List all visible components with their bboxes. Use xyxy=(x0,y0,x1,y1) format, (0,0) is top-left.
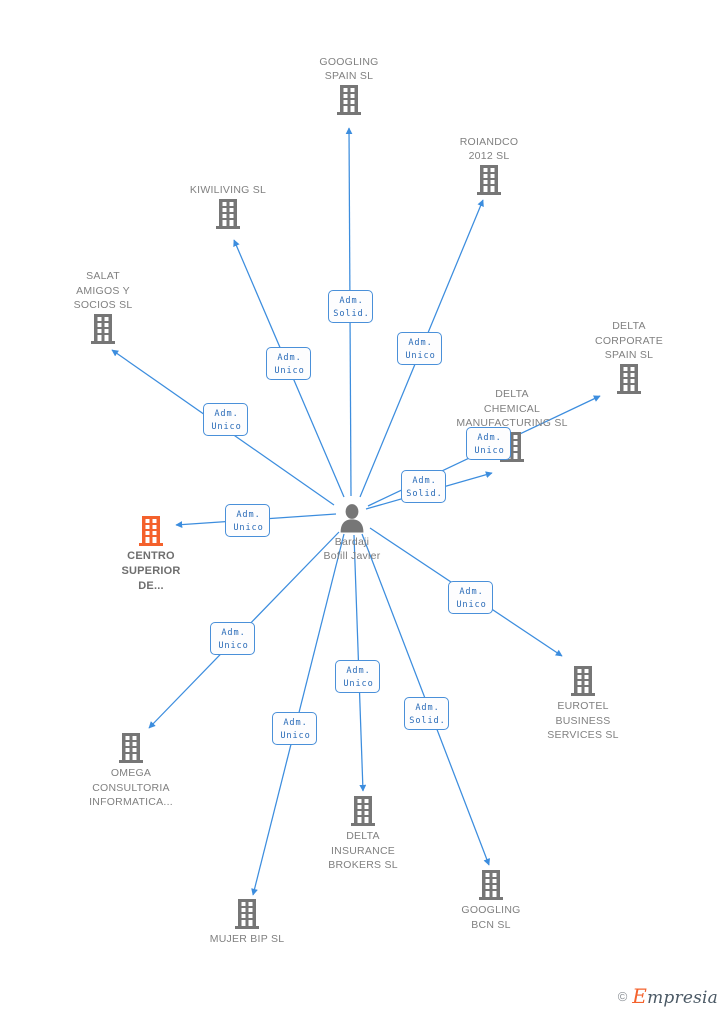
company-node-label: DELTA CORPORATE SPAIN SL xyxy=(595,320,663,362)
edge-label-delta-insurance[interactable]: Adm. Unico xyxy=(335,660,380,693)
building-icon xyxy=(28,313,178,345)
edge-label-line1: Adm. xyxy=(408,338,433,348)
company-node-delta-corporate[interactable]: DELTA CORPORATE SPAIN SL xyxy=(554,317,704,395)
edge-label-centro-superior[interactable]: Adm. Unico xyxy=(225,504,270,537)
edge-label-line2: Unico xyxy=(456,600,487,610)
company-node-delta-chemical[interactable]: DELTA CHEMICAL MANUFACTURING SL xyxy=(437,385,587,463)
building-icon xyxy=(56,732,206,764)
company-node-kiwiliving[interactable]: KIWILIVING SL xyxy=(153,181,303,230)
building-icon xyxy=(274,84,424,116)
edge-label-line2: Unico xyxy=(211,422,242,432)
edge-label-line2: Unico xyxy=(405,351,436,361)
edge-label-line2: Solid. xyxy=(333,309,370,319)
building-icon xyxy=(414,164,564,196)
company-node-label: GOOGLING BCN SL xyxy=(461,904,521,931)
relationship-graph-canvas: GOOGLING SPAIN SL ROIANDCO 2012 SL KIWILIV… xyxy=(0,0,728,1015)
company-node-label: OMEGA CONSULTORIA INFORMATICA... xyxy=(89,767,173,809)
company-node-label: SALAT AMIGOS Y SOCIOS SL xyxy=(73,270,133,312)
company-node-label: ROIANDCO 2012 SL xyxy=(459,135,519,163)
edge-label-line1: Adm. xyxy=(459,587,484,597)
edge-label-kiwiliving[interactable]: Adm. Unico xyxy=(266,347,311,380)
edge-label-line1: Adm. xyxy=(221,628,246,638)
edge-label-roiandco-2012[interactable]: Adm. Unico xyxy=(397,332,442,365)
company-node-label: EUROTEL BUSINESS SERVICES SL xyxy=(547,700,619,742)
company-node-eurotel-business[interactable]: EUROTEL BUSINESS SERVICES SL xyxy=(508,665,658,743)
company-node-centro-superior[interactable]: CENTRO SUPERIOR DE... xyxy=(76,515,226,595)
edge-label-line1: Adm. xyxy=(346,666,371,676)
brand-rest: mpresia xyxy=(647,988,718,1008)
empresia-watermark: © Empresia xyxy=(618,986,718,1007)
edge-label-delta-chemical[interactable]: Adm. Solid. xyxy=(401,470,446,503)
company-node-label: CENTRO SUPERIOR DE... xyxy=(121,550,181,593)
company-node-label: KIWILIVING SL xyxy=(189,184,267,197)
edge-label-googling-bcn[interactable]: Adm. Solid. xyxy=(404,697,449,730)
copyright-icon: © xyxy=(617,989,628,1004)
building-icon xyxy=(437,431,587,463)
edge-label-googling-spain[interactable]: Adm. Solid. xyxy=(328,290,373,323)
building-icon xyxy=(288,795,438,827)
company-node-omega-consultoria[interactable]: OMEGA CONSULTORIA INFORMATICA... xyxy=(56,732,206,810)
edge-label-salat-amigos[interactable]: Adm. Unico xyxy=(203,403,248,436)
edge-label-delta-corporate[interactable]: Adm. Unico xyxy=(466,427,511,460)
brand-name: Empresia xyxy=(632,986,718,1007)
company-node-roiandco-2012[interactable]: ROIANDCO 2012 SL xyxy=(414,133,564,196)
edge-label-eurotel-business[interactable]: Adm. Unico xyxy=(448,581,493,614)
building-icon xyxy=(76,515,226,547)
edge-label-line2: Unico xyxy=(218,641,249,651)
edge-label-line2: Solid. xyxy=(406,489,443,499)
company-node-delta-insurance[interactable]: DELTA INSURANCE BROKERS SL xyxy=(288,795,438,873)
edge-label-line1: Adm. xyxy=(412,476,437,486)
edge-label-line1: Adm. xyxy=(339,296,364,306)
edge-label-line1: Adm. xyxy=(415,703,440,713)
company-node-mujer-bip[interactable]: MUJER BIP SL xyxy=(172,898,322,947)
center-node-person[interactable]: Bardaji Bofill Javier xyxy=(277,502,427,564)
brand-initial: E xyxy=(632,984,648,1008)
edge-label-line2: Unico xyxy=(343,679,374,689)
building-icon xyxy=(172,898,322,930)
edge-label-line1: Adm. xyxy=(477,433,502,443)
company-node-label: DELTA CHEMICAL MANUFACTURING SL xyxy=(456,388,568,430)
person-icon xyxy=(277,502,427,533)
building-icon xyxy=(153,198,303,230)
edge-label-line1: Adm. xyxy=(214,409,239,419)
edge-label-line1: Adm. xyxy=(277,353,302,363)
edge-label-line2: Solid. xyxy=(409,716,446,726)
company-node-salat-amigos[interactable]: SALAT AMIGOS Y SOCIOS SL xyxy=(28,267,178,345)
company-node-label: DELTA INSURANCE BROKERS SL xyxy=(328,830,398,872)
company-node-googling-bcn[interactable]: GOOGLING BCN SL xyxy=(416,869,566,932)
edge-label-omega-consultoria[interactable]: Adm. Unico xyxy=(210,622,255,655)
center-node-label: Bardaji Bofill Javier xyxy=(323,535,381,563)
edge-label-line1: Adm. xyxy=(283,718,308,728)
edge-label-line2: Unico xyxy=(274,366,305,376)
edge-label-line2: Unico xyxy=(280,731,311,741)
edge-label-mujer-bip[interactable]: Adm. Unico xyxy=(272,712,317,745)
company-node-googling-spain[interactable]: GOOGLING SPAIN SL xyxy=(274,53,424,116)
edge-label-line2: Unico xyxy=(233,523,264,533)
company-node-label: MUJER BIP SL xyxy=(209,933,285,945)
building-icon xyxy=(416,869,566,901)
building-icon xyxy=(508,665,658,697)
edge-label-line2: Unico xyxy=(474,446,505,456)
edge-label-line1: Adm. xyxy=(236,510,261,520)
company-node-label: GOOGLING SPAIN SL xyxy=(319,55,379,83)
